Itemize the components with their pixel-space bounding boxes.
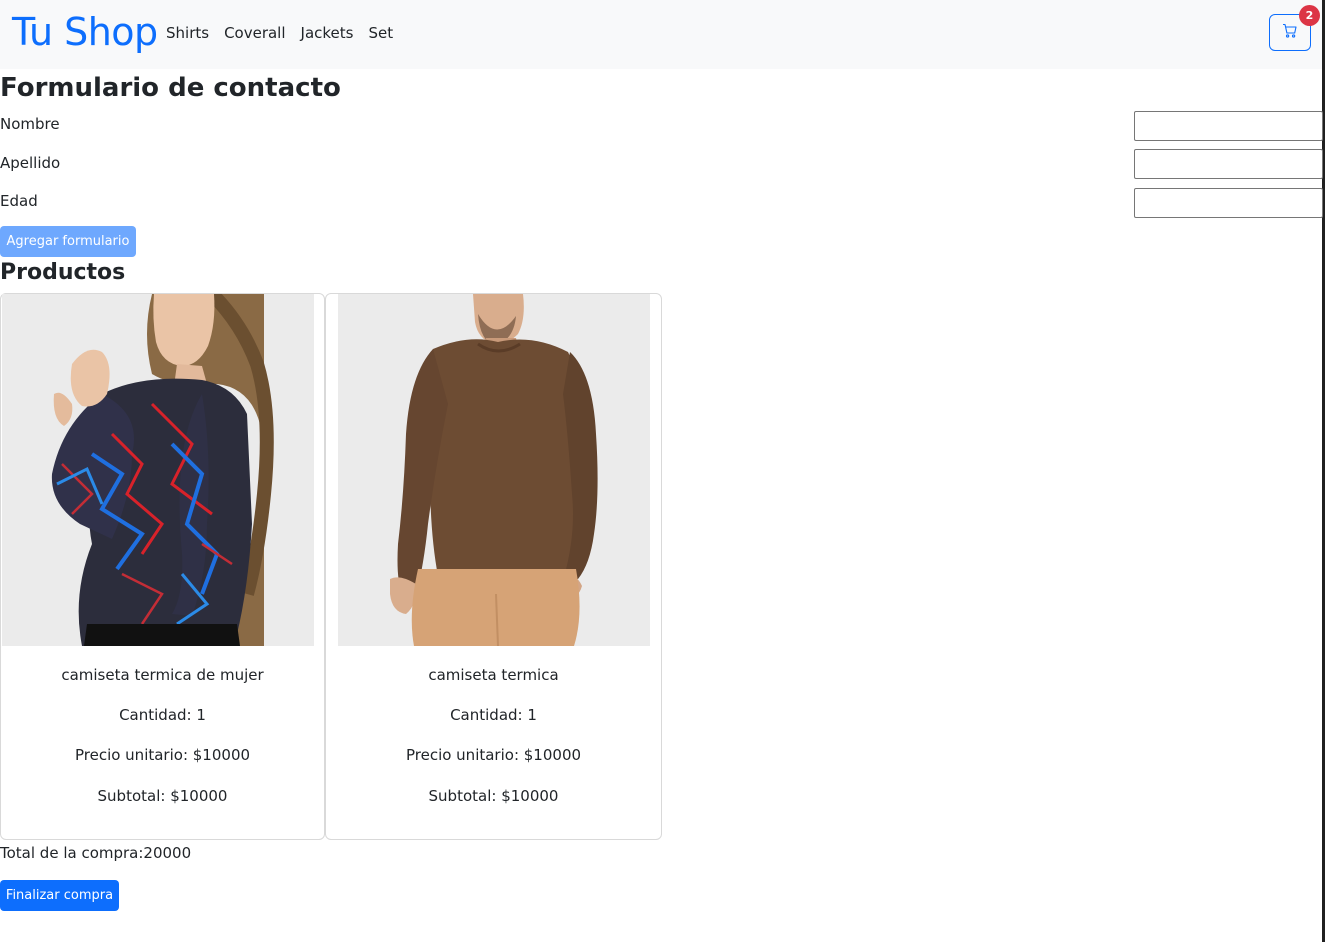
products-title: Productos xyxy=(0,260,126,285)
brand-logo[interactable]: Tu Shop xyxy=(12,8,158,56)
product-quantity: Cantidad: 1 xyxy=(450,706,537,724)
product-image xyxy=(2,294,314,646)
nav-link-shirts[interactable]: Shirts xyxy=(166,23,209,43)
cart-count-badge: 2 xyxy=(1299,5,1320,26)
product-name: camiseta termica de mujer xyxy=(61,666,264,684)
nombre-label: Nombre xyxy=(0,115,60,133)
product-card: camiseta termica Cantidad: 1 Precio unit… xyxy=(325,293,662,840)
product-unit-price: Precio unitario: $10000 xyxy=(74,746,251,764)
product-subtotal: Subtotal: $10000 xyxy=(428,787,559,805)
nombre-input[interactable] xyxy=(1134,111,1323,141)
product-image xyxy=(338,294,650,646)
form-title: Formulario de contacto xyxy=(0,73,341,103)
product-card: camiseta termica de mujer Cantidad: 1 Pr… xyxy=(0,293,325,840)
cart-icon xyxy=(1282,23,1298,42)
purchase-total: Total de la compra:20000 xyxy=(0,844,192,862)
product-unit-price: Precio unitario: $10000 xyxy=(405,746,582,764)
apellido-input[interactable] xyxy=(1134,149,1323,179)
apellido-label: Apellido xyxy=(0,154,61,172)
product-name: camiseta termica xyxy=(428,666,559,684)
finish-purchase-button[interactable]: Finalizar compra xyxy=(0,880,119,911)
nav-link-jackets[interactable]: Jackets xyxy=(301,23,354,43)
nav-link-set[interactable]: Set xyxy=(368,23,393,43)
nav-link-coverall[interactable]: Coverall xyxy=(224,23,285,43)
navbar: Tu Shop Shirts Coverall Jackets Set 2 xyxy=(0,0,1322,69)
nav-links: Shirts Coverall Jackets Set xyxy=(166,23,408,43)
product-quantity: Cantidad: 1 xyxy=(119,706,206,724)
edad-label: Edad xyxy=(0,192,38,210)
edad-input[interactable] xyxy=(1134,188,1323,218)
product-subtotal: Subtotal: $10000 xyxy=(97,787,228,805)
add-form-button[interactable]: Agregar formulario xyxy=(0,226,136,257)
